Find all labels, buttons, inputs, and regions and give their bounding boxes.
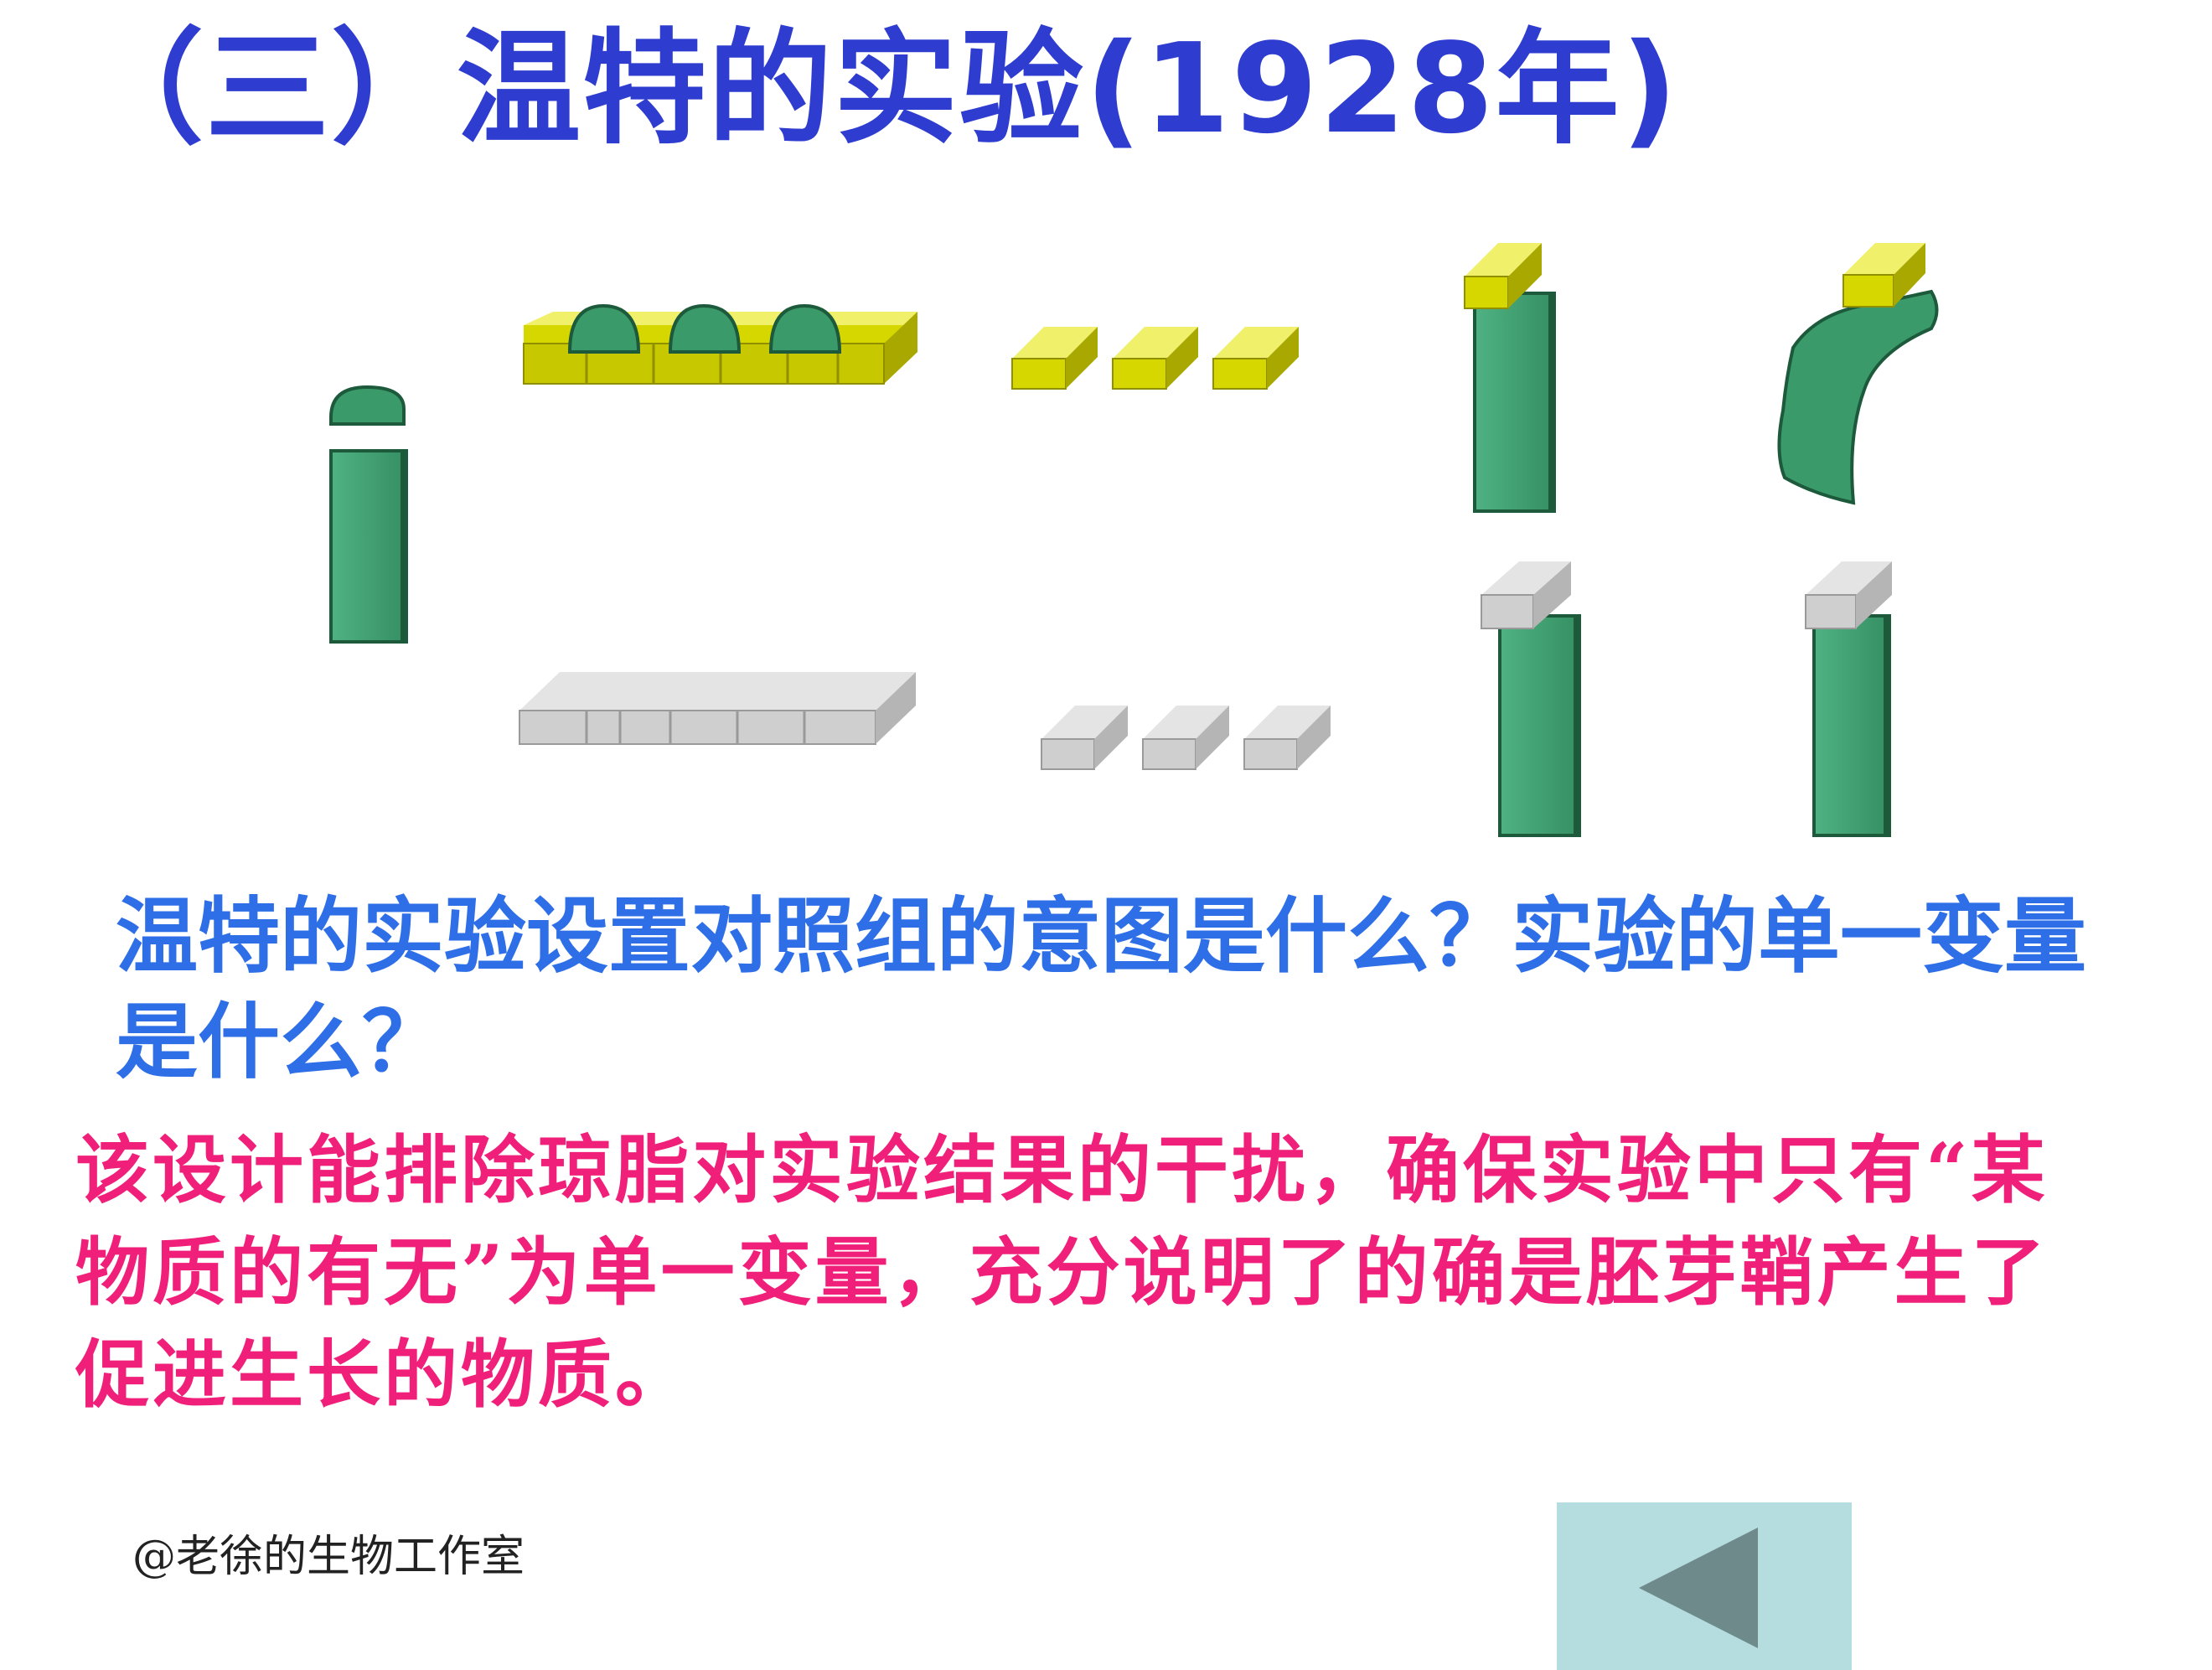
coleoptile-with-control-block-offset [1805, 561, 1892, 837]
experiment-diagram [329, 243, 1939, 837]
question-text: 温特的实验设置对照组的意图是什么？实验的单一变量是什么？ [116, 889, 2087, 1090]
back-triangle-icon [1639, 1528, 1758, 1648]
control-agar-blocks [1041, 706, 1331, 770]
coleoptile-with-treated-block-bent [1777, 243, 1939, 505]
answer-text: 该设计能排除琼脂对实验结果的干扰，确保实验中只有“某物质的有无”为单一变量，充分… [75, 1126, 2049, 1418]
credit-watermark: @老徐的生物工作室 [132, 1532, 525, 1582]
coleoptile-tip-removed [329, 385, 408, 644]
tips-on-agar-strip [523, 303, 917, 385]
treated-agar-blocks [1011, 327, 1299, 390]
plain-agar-strip [519, 672, 916, 745]
back-button[interactable] [1557, 1502, 1852, 1670]
coleoptile-with-control-block-centered [1481, 561, 1581, 837]
coleoptile-with-treated-block-upright [1464, 243, 1556, 513]
